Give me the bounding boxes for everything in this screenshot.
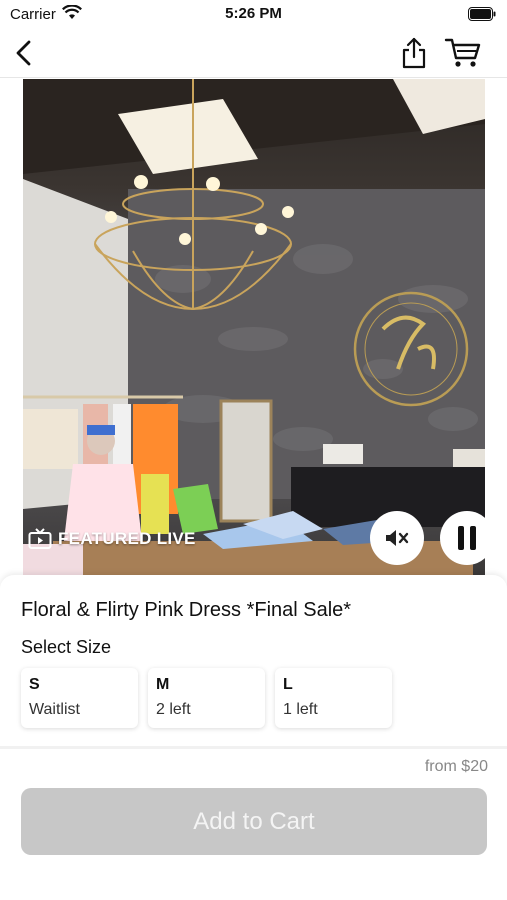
pause-button[interactable] <box>440 511 485 565</box>
price-label: from $20 <box>424 758 488 775</box>
cart-button[interactable] <box>444 36 482 70</box>
battery-icon <box>468 7 496 26</box>
featured-live-label: FEATURED LIVE <box>58 529 196 548</box>
select-size-label: Select Size <box>21 637 112 657</box>
pause-icon <box>458 526 476 550</box>
product-title: Floral & Flirty Pink Dress *Final Sale* <box>21 599 352 621</box>
cart-icon <box>444 38 481 67</box>
boutique-video-frame <box>23 79 485 575</box>
mute-icon <box>386 530 409 546</box>
product-sheet: Floral & Flirty Pink Dress *Final Sale* … <box>0 575 507 900</box>
size-option-l[interactable]: L 1 left <box>275 668 392 728</box>
size-option-s[interactable]: S Waitlist <box>21 668 138 728</box>
back-button[interactable] <box>10 38 40 68</box>
add-to-cart-button[interactable]: Add to Cart <box>21 788 487 855</box>
live-video-player[interactable]: FEATURED LIVE <box>23 79 485 575</box>
size-name: M <box>156 676 170 693</box>
size-name: S <box>29 676 40 693</box>
share-icon <box>402 37 426 69</box>
status-bar: Carrier 5:26 PM <box>0 0 507 28</box>
divider <box>0 746 507 749</box>
size-stock: Waitlist <box>29 701 80 718</box>
mute-button[interactable] <box>370 511 424 565</box>
share-button[interactable] <box>398 36 430 70</box>
status-time: 5:26 PM <box>225 5 282 22</box>
size-stock: 1 left <box>283 701 318 718</box>
size-stock: 2 left <box>156 701 191 718</box>
nav-bar <box>0 28 507 78</box>
featured-live-badge: FEATURED LIVE <box>28 528 196 550</box>
size-name: L <box>283 676 293 693</box>
size-option-m[interactable]: M 2 left <box>148 668 265 728</box>
back-chevron-icon <box>16 40 31 66</box>
tv-icon <box>28 528 52 549</box>
size-options: S Waitlist M 2 left L 1 left <box>21 668 392 728</box>
